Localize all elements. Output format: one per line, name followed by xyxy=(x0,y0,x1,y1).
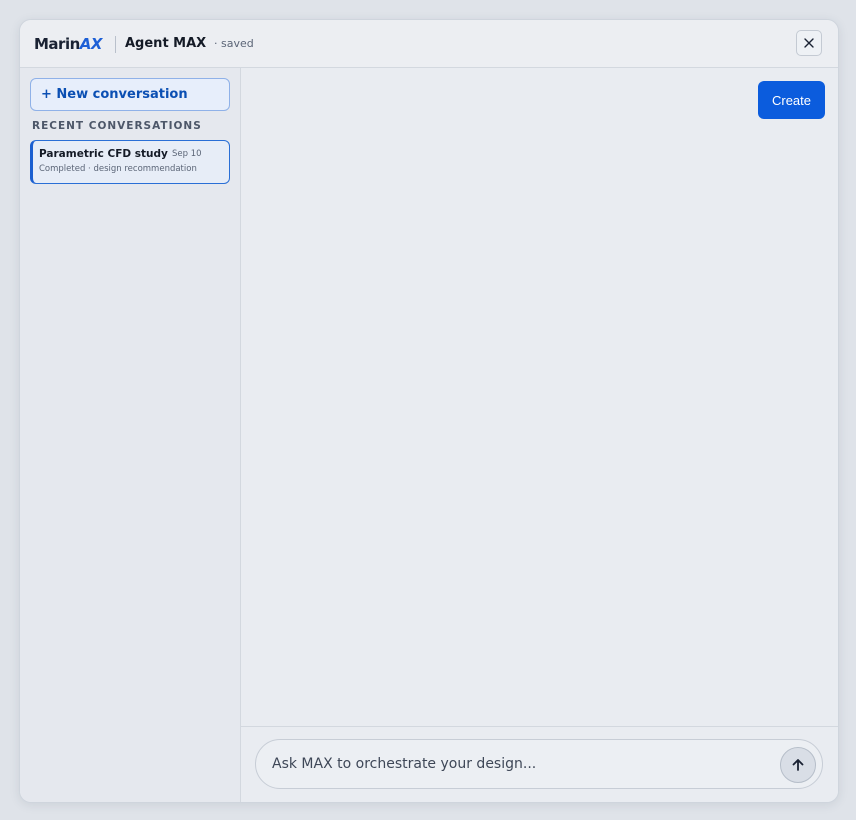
conversation-title: Parametric CFD study xyxy=(39,148,168,160)
create-button[interactable]: Create xyxy=(758,81,825,119)
logo-main-text: Marin xyxy=(34,35,80,53)
composer-bar xyxy=(241,726,838,802)
send-button[interactable] xyxy=(780,747,816,783)
recent-conversations-heading: RECENT CONVERSATIONS xyxy=(32,120,202,132)
close-button[interactable] xyxy=(796,30,822,56)
close-icon xyxy=(804,38,814,48)
save-status: · saved xyxy=(214,37,254,50)
conversation-subtitle: Completed · design recommendation xyxy=(39,164,197,174)
app-title: Agent MAX xyxy=(125,36,207,51)
conversation-item-selected[interactable]: Parametric CFD study Sep 10 Completed · … xyxy=(30,140,230,184)
new-conversation-button[interactable]: + New conversation xyxy=(30,78,230,111)
chat-main-area: Create xyxy=(241,68,838,802)
conversation-date: Sep 10 xyxy=(172,149,202,159)
message-input[interactable] xyxy=(272,754,762,774)
message-composer xyxy=(255,739,823,789)
agent-max-window: MarinAX Agent MAX · saved + New conversa… xyxy=(19,19,839,803)
title-divider xyxy=(115,36,116,53)
marinax-logo: MarinAX xyxy=(34,34,102,54)
title-bar: MarinAX Agent MAX · saved xyxy=(20,20,838,68)
sidebar: + New conversation RECENT CONVERSATIONS … xyxy=(20,68,241,802)
arrow-up-icon xyxy=(792,759,804,771)
logo-accent-text: AX xyxy=(79,35,103,53)
